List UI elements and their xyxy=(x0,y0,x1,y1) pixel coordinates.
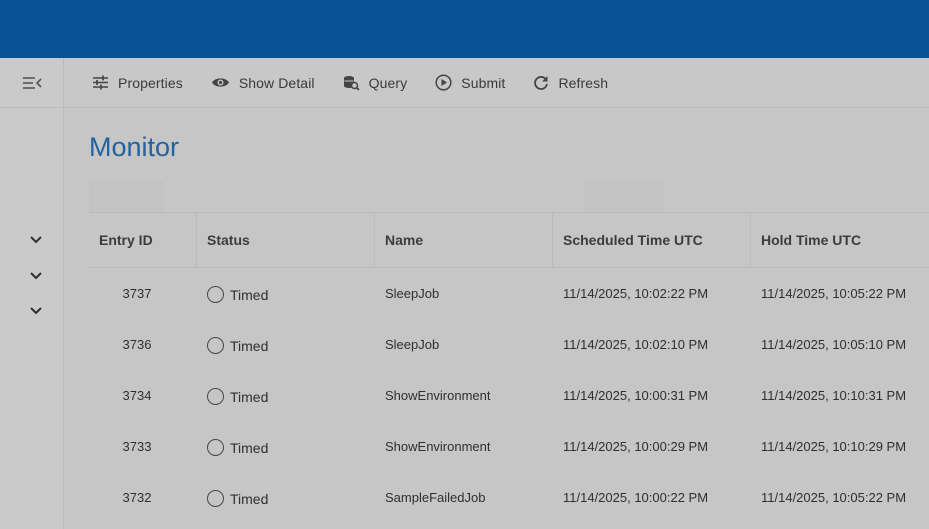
chevron-down-icon xyxy=(30,236,42,244)
refresh-button[interactable]: Refresh xyxy=(533,75,608,91)
timed-status-icon xyxy=(207,438,224,456)
filter-chip-placeholder xyxy=(89,181,164,213)
page-title: Monitor xyxy=(89,132,180,162)
table-row[interactable]: 3734 Timed ShowEnvironment 11/14/2025, 1… xyxy=(89,370,929,421)
name-cell: SleepJob xyxy=(385,337,440,352)
table-row[interactable]: 3733 Timed ShowEnvironment 11/14/2025, 1… xyxy=(89,421,929,472)
table-header: Entry ID Status Name Scheduled Time UTC … xyxy=(89,213,929,268)
name-cell: SampleFailedJob xyxy=(385,490,486,505)
hold-time-cell: 11/14/2025, 10:05:22 PM xyxy=(761,286,907,301)
show-detail-label: Show Detail xyxy=(238,74,315,91)
app-window: Properties Show Detail Query Submit Refr… xyxy=(0,0,929,529)
status-cell: Timed xyxy=(197,319,375,370)
submit-label: Submit xyxy=(461,74,506,91)
status-text: Timed xyxy=(230,490,269,507)
timed-status-icon xyxy=(207,489,224,507)
timed-status-icon xyxy=(207,336,224,354)
table-row[interactable]: 3737 Timed SleepJob 11/14/2025, 10:02:22… xyxy=(89,268,929,319)
tune-icon xyxy=(93,75,108,90)
database-search-icon xyxy=(343,75,360,91)
menu-collapse-icon xyxy=(22,76,42,89)
rail-expander-1[interactable] xyxy=(26,232,46,248)
rail-expander-2[interactable] xyxy=(26,268,46,284)
query-button[interactable]: Query xyxy=(343,75,408,91)
properties-label: Properties xyxy=(118,74,183,91)
column-header-scheduled-time[interactable]: Scheduled Time UTC xyxy=(553,213,751,267)
show-detail-button[interactable]: Show Detail xyxy=(211,75,315,91)
timed-status-icon xyxy=(207,387,224,405)
column-header-name[interactable]: Name xyxy=(375,213,553,267)
status-cell: Timed xyxy=(197,370,375,421)
status-text: Timed xyxy=(230,388,269,405)
side-rail xyxy=(0,58,64,529)
top-app-bar xyxy=(0,0,929,58)
refresh-icon xyxy=(534,75,549,90)
entry-id-cell: 3736 xyxy=(122,337,152,352)
query-label: Query xyxy=(368,74,408,91)
entry-id-cell: 3733 xyxy=(122,439,152,454)
chevron-down-icon xyxy=(30,307,42,315)
rail-expander-3[interactable] xyxy=(26,303,46,319)
scheduled-time-cell: 11/14/2025, 10:02:10 PM xyxy=(563,337,709,352)
eye-icon xyxy=(211,78,229,87)
hold-time-cell: 11/14/2025, 10:10:31 PM xyxy=(761,388,907,403)
status-cell: Timed xyxy=(197,472,375,523)
toolbar: Properties Show Detail Query Submit Refr… xyxy=(64,58,929,108)
timed-status-icon xyxy=(207,285,224,303)
table-row[interactable]: 3736 Timed SleepJob 11/14/2025, 10:02:10… xyxy=(89,319,929,370)
status-text: Timed xyxy=(230,439,269,456)
scheduled-time-cell: 11/14/2025, 10:00:29 PM xyxy=(563,439,709,454)
properties-button[interactable]: Properties xyxy=(92,75,183,91)
column-header-hold-time[interactable]: Hold Time UTC xyxy=(751,213,929,267)
entry-id-cell: 3734 xyxy=(122,388,152,403)
column-header-status[interactable]: Status xyxy=(197,213,375,267)
status-cell: Timed xyxy=(197,421,375,472)
column-header-entry-id[interactable]: Entry ID xyxy=(89,213,197,267)
status-text: Timed xyxy=(230,337,269,354)
entry-id-cell: 3732 xyxy=(122,490,152,505)
scheduled-time-cell: 11/14/2025, 10:00:22 PM xyxy=(563,490,709,505)
name-cell: ShowEnvironment xyxy=(385,388,491,403)
name-cell: SleepJob xyxy=(385,286,440,301)
filter-chip-placeholder xyxy=(584,181,664,213)
chevron-down-icon xyxy=(30,272,42,280)
scheduled-time-cell: 11/14/2025, 10:00:31 PM xyxy=(563,388,709,403)
entry-id-cell: 3737 xyxy=(122,286,152,301)
status-cell: Timed xyxy=(197,268,375,319)
play-circle-icon xyxy=(435,74,452,91)
refresh-label: Refresh xyxy=(558,74,609,91)
hold-time-cell: 11/14/2025, 10:10:29 PM xyxy=(761,439,907,454)
hold-time-cell: 11/14/2025, 10:05:22 PM xyxy=(761,490,907,505)
hold-time-cell: 11/14/2025, 10:05:10 PM xyxy=(761,337,907,352)
submit-button[interactable]: Submit xyxy=(435,74,505,91)
status-text: Timed xyxy=(230,286,269,303)
monitor-table: Entry ID Status Name Scheduled Time UTC … xyxy=(89,212,929,529)
scheduled-time-cell: 11/14/2025, 10:02:22 PM xyxy=(563,286,709,301)
main-content: Monitor Entry ID Status Name Scheduled T… xyxy=(64,108,929,529)
name-cell: ShowEnvironment xyxy=(385,439,491,454)
rail-collapse-button[interactable] xyxy=(0,58,63,108)
table-row[interactable]: 3732 Timed SampleFailedJob 11/14/2025, 1… xyxy=(89,472,929,523)
